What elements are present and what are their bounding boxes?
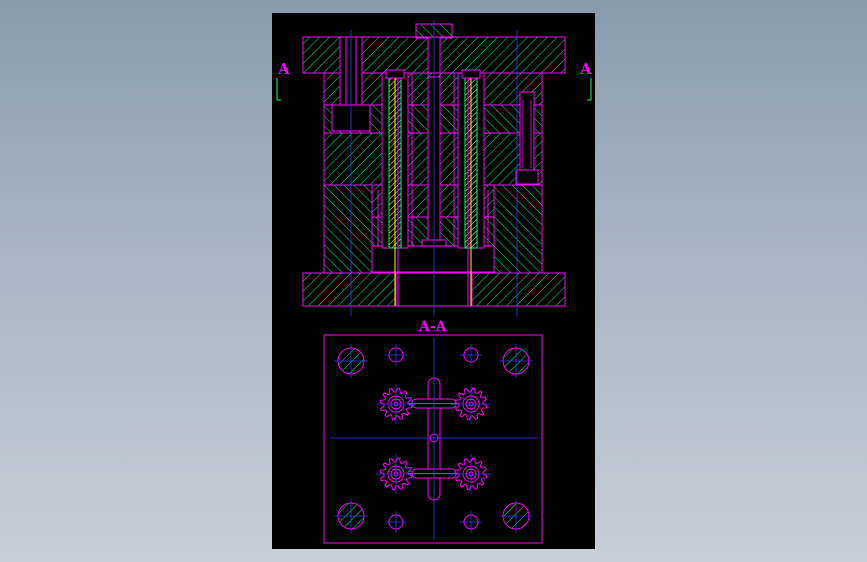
socket-bolt-head-right: [515, 169, 539, 185]
section-arrow-icon: [587, 78, 592, 101]
gear-icon: [376, 384, 416, 424]
section-arrow-left: A: [276, 60, 290, 101]
cad-viewport[interactable]: A A A-A: [0, 0, 867, 562]
section-arrow-icon: [276, 78, 281, 101]
section-view: A A: [276, 20, 592, 316]
ejector-plate: [371, 245, 495, 273]
svg-text:A: A: [277, 60, 290, 78]
plan-view: [323, 334, 543, 544]
gear-icon: [451, 384, 491, 424]
svg-text:A: A: [579, 60, 592, 78]
section-arrow-right: A: [579, 60, 592, 101]
mold-drawing: A A A-A: [276, 20, 592, 544]
right-spacer-block: [493, 184, 543, 274]
view-title: A-A: [418, 319, 448, 335]
socket-bolt-right: [519, 91, 535, 173]
left-spacer-block: [323, 184, 373, 274]
bottom-clamp-plate-right: [471, 272, 566, 307]
bottom-clamp-plate-left: [302, 272, 397, 307]
gear-icon: [451, 454, 491, 494]
gear-icon: [376, 454, 416, 494]
